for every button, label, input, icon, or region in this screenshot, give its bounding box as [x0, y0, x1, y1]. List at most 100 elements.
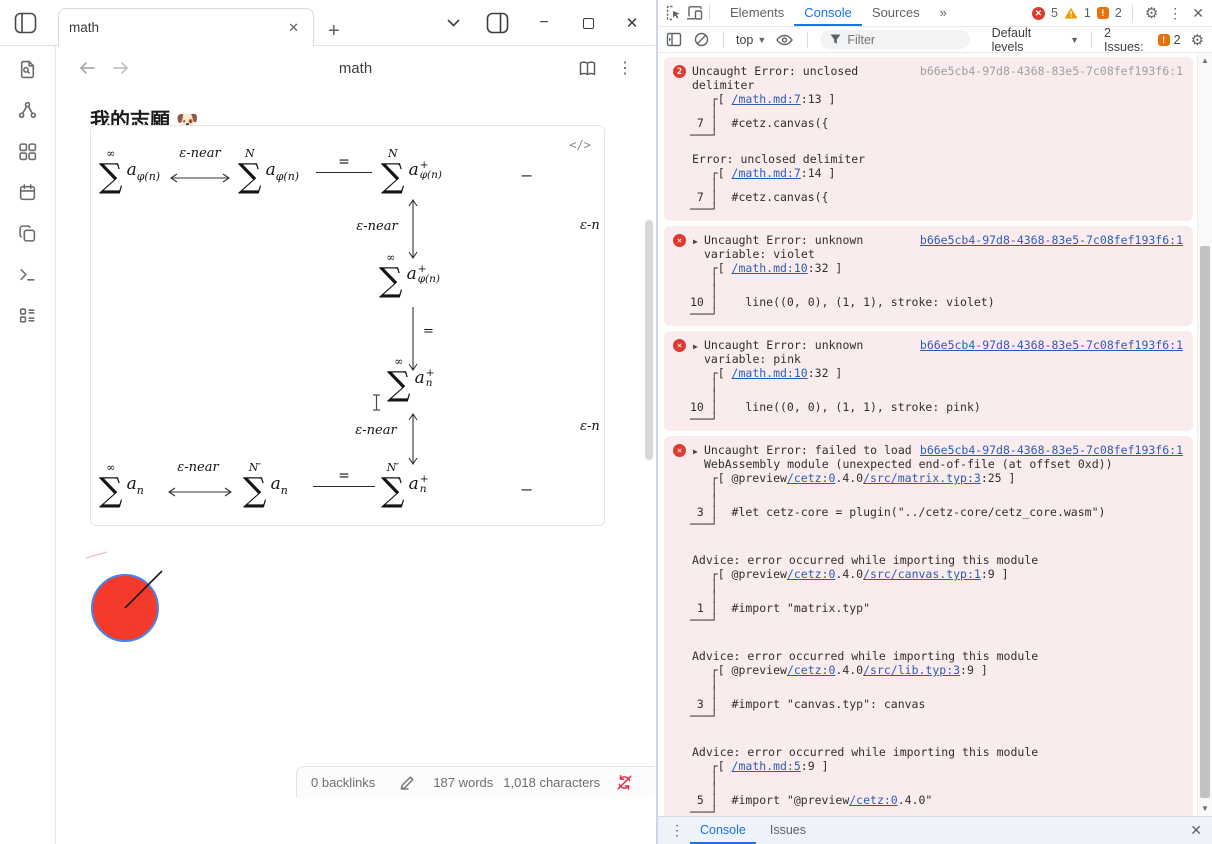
- chevron-double-icon: »: [940, 5, 947, 20]
- drawer-menu-button[interactable]: ⋮: [668, 820, 686, 841]
- file-link[interactable]: /math.md:10: [732, 261, 808, 275]
- console-error-message[interactable]: ✕ ▶ b66e5cb4-97d8-4368-83e5-7c08fef193f6…: [664, 226, 1193, 326]
- tab-close-icon[interactable]: ✕: [284, 18, 303, 38]
- devtools-panel: Elements Console Sources » ✕ 5 1 ! 2 ⚙ ⋮…: [656, 0, 1212, 844]
- left-sidebar-toggle-button[interactable]: [14, 12, 37, 34]
- console-error-message[interactable]: ✕ ▶ b66e5cb4-97d8-4368-83e5-7c08fef193f6…: [664, 331, 1193, 431]
- sum-term: N∑ a+φ(n): [381, 148, 442, 192]
- source-location-link[interactable]: b66e5cb4-97d8-4368-83e5-7c08fef193f6:1: [920, 338, 1183, 352]
- drawer-tab-issues[interactable]: Issues: [760, 817, 816, 844]
- chevron-down-icon: ▼: [757, 35, 766, 45]
- expand-arrow-icon[interactable]: ▶: [693, 340, 698, 354]
- clear-console-button[interactable]: [692, 30, 711, 49]
- source-location-link[interactable]: b66e5cb4-97d8-4368-83e5-7c08fef193f6:1: [920, 233, 1183, 247]
- sum-term: N∑ aφ(n): [238, 148, 299, 192]
- error-icon: ✕: [673, 339, 686, 352]
- window-maximize-button[interactable]: [579, 14, 597, 32]
- file-link[interactable]: /math.md:5: [732, 759, 801, 773]
- up-down-arrow: [408, 412, 418, 466]
- scroll-up-icon[interactable]: ▲: [1198, 56, 1212, 65]
- expand-arrow-icon[interactable]: ▶: [693, 235, 698, 249]
- source-location-link[interactable]: b66e5cb4-97d8-4368-83e5-7c08fef193f6:1: [920, 443, 1183, 457]
- copy-icon: [18, 224, 37, 243]
- close-icon: ✕: [626, 14, 639, 32]
- devtools-menu-button[interactable]: ⋮: [1166, 3, 1184, 24]
- edit-mode-toggle[interactable]: [399, 775, 415, 791]
- sync-error-button[interactable]: [616, 774, 633, 791]
- search-note-button[interactable]: [18, 60, 37, 79]
- divider: [1132, 5, 1133, 21]
- reading-view-button[interactable]: [578, 58, 597, 78]
- layout-grid-icon: [18, 142, 37, 161]
- divider: [807, 32, 808, 48]
- console-settings-button[interactable]: ⚙: [1189, 29, 1206, 51]
- console-error-message[interactable]: 2 b66e5cb4-97d8-4368-83e5-7c08fef193f6:1…: [664, 57, 1193, 221]
- clipped-eps-label: ε-n: [580, 218, 605, 233]
- note-pane: math ⋮ 我的志願🐶 </> ∞∑n=1: [56, 46, 655, 844]
- package-link[interactable]: /cetz:0: [787, 567, 835, 581]
- window-close-button[interactable]: ✕: [623, 14, 641, 32]
- file-link[interactable]: /src/canvas.typ:1: [863, 567, 981, 581]
- backlinks-count[interactable]: 0 backlinks: [311, 775, 375, 790]
- tab-list-chevron-icon[interactable]: [447, 19, 460, 27]
- new-tab-button[interactable]: +: [328, 22, 340, 40]
- more-options-button[interactable]: ⋮: [617, 58, 633, 78]
- file-link[interactable]: /src/matrix.typ:3: [863, 471, 981, 485]
- devtools-settings-button[interactable]: ⚙: [1143, 2, 1160, 24]
- calendar-icon: [18, 183, 37, 202]
- edit-block-button[interactable]: </>: [569, 138, 591, 152]
- tab-console[interactable]: Console: [794, 0, 862, 26]
- right-sidebar-toggle-button[interactable]: [486, 12, 509, 34]
- warning-icon[interactable]: [1064, 7, 1078, 19]
- close-icon: ✕: [1192, 5, 1204, 22]
- console-scrollbar[interactable]: ▲ ▼: [1197, 53, 1212, 816]
- issues-counter[interactable]: 2 Issues: ! 2: [1104, 26, 1181, 54]
- kebab-icon: ⋮: [617, 58, 633, 78]
- console-error-message[interactable]: ✕ ▶ b66e5cb4-97d8-4368-83e5-7c08fef193f6…: [664, 436, 1193, 816]
- package-link[interactable]: /cetz:0: [787, 471, 835, 485]
- devtools-close-button[interactable]: ✕: [1190, 3, 1206, 24]
- tab-sources[interactable]: Sources: [862, 0, 930, 26]
- context-selector[interactable]: top▼: [736, 33, 766, 47]
- sum-term: ∞∑ a+φ(n): [379, 252, 440, 296]
- equals-over-line: =: [313, 468, 375, 487]
- tab-math[interactable]: math ✕: [58, 8, 314, 46]
- note-header: math ⋮: [56, 46, 655, 90]
- editor-scrollbar-thumb[interactable]: [645, 220, 653, 460]
- drawer-tab-console[interactable]: Console: [690, 817, 756, 844]
- scrollbar-thumb[interactable]: [1200, 246, 1210, 798]
- terminal-button[interactable]: [18, 265, 37, 284]
- inspect-element-button[interactable]: [664, 3, 684, 23]
- scroll-down-icon[interactable]: ▼: [1198, 804, 1212, 813]
- live-expression-button[interactable]: [774, 32, 795, 48]
- graph-view-button[interactable]: [18, 101, 37, 120]
- package-link[interactable]: /cetz:0: [849, 793, 897, 807]
- daily-note-button[interactable]: [18, 183, 37, 202]
- file-link[interactable]: /math.md:7: [732, 166, 801, 180]
- filter-input[interactable]: [847, 33, 957, 47]
- expand-arrow-icon[interactable]: ▶: [693, 445, 698, 459]
- error-count-icon[interactable]: ✕: [1032, 7, 1045, 20]
- filter-box[interactable]: [820, 30, 969, 49]
- templates-button[interactable]: [18, 224, 37, 243]
- source-location-link[interactable]: b66e5cb4-97d8-4368-83e5-7c08fef193f6:1: [920, 64, 1183, 78]
- device-toolbar-button[interactable]: [684, 3, 705, 23]
- tab-elements[interactable]: Elements: [720, 0, 794, 26]
- file-link[interactable]: /math.md:7: [732, 92, 801, 106]
- console-sidebar-button[interactable]: [664, 30, 684, 49]
- issues-icon[interactable]: !: [1097, 7, 1109, 19]
- gear-icon: ⚙: [1145, 4, 1158, 22]
- more-tabs-button[interactable]: »: [930, 0, 957, 26]
- package-link[interactable]: /cetz:0: [787, 663, 835, 677]
- drawer-close-button[interactable]: ✕: [1190, 822, 1202, 839]
- file-link[interactable]: /math.md:10: [732, 366, 808, 380]
- equals-over-line: =: [316, 154, 372, 173]
- canvas-button[interactable]: [18, 142, 37, 161]
- console-sidebar-icon: [666, 32, 682, 47]
- window-minimize-button[interactable]: −: [535, 14, 553, 32]
- checklist-button[interactable]: [18, 306, 37, 325]
- file-link[interactable]: /src/lib.typ:3: [863, 663, 960, 677]
- log-levels-selector[interactable]: Default levels▼: [992, 26, 1079, 54]
- eps-near-label: ε-near: [350, 219, 404, 234]
- eps-near-label: ε-near: [349, 423, 403, 438]
